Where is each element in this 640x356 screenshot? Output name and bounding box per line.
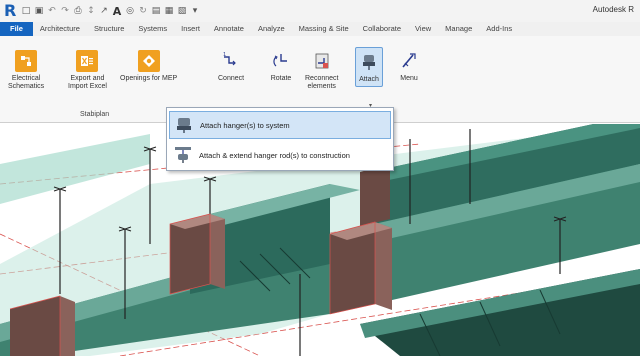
tab-view[interactable]: View — [408, 22, 438, 36]
tab-architecture[interactable]: Architecture — [33, 22, 87, 36]
attach-label: Attach — [359, 76, 379, 83]
attach-dropdown-menu: Attach hanger(s) to system Attach & exte… — [166, 107, 394, 171]
rotate-button[interactable]: Rotate — [270, 50, 292, 83]
ribbon-tabs: File Architecture Structure Systems Inse… — [0, 22, 640, 36]
tab-collaborate[interactable]: Collaborate — [356, 22, 408, 36]
export-import-excel-label: Export and Import Excel — [68, 75, 107, 90]
tab-analyze[interactable]: Analyze — [251, 22, 292, 36]
rotate-label: Rotate — [270, 75, 292, 82]
svg-text:1: 1 — [223, 52, 226, 58]
excel-icon — [76, 50, 99, 72]
reconnect-elements-icon — [311, 50, 333, 72]
section-icon[interactable]: ▤ — [151, 6, 161, 16]
quick-access-toolbar: R □ ▣ ↶ ↷ ⎙ ↕ ↗ A ◎ ↻ ▤ ▦ ▧ ▾ Autodesk R — [0, 0, 640, 22]
openings-for-mep-label: Openings for MEP — [120, 75, 178, 82]
measure-icon[interactable]: ↕ — [86, 6, 96, 16]
menu-item-label: Attach & extend hanger rod(s) to constru… — [199, 150, 350, 160]
openings-icon — [137, 50, 160, 72]
reconnect-elements-label: Reconnect elements — [305, 75, 339, 90]
menu-icon — [398, 50, 420, 72]
save-icon[interactable]: ▣ — [34, 6, 44, 16]
hanger-system-icon — [174, 115, 194, 135]
menu-item-attach-hangers-to-system[interactable]: Attach hanger(s) to system — [169, 111, 391, 139]
export-import-excel-button[interactable]: Export and Import Excel — [68, 50, 107, 91]
attach-button[interactable]: Attach — [355, 47, 383, 87]
electrical-schematics-label: Electrical Schematics — [8, 75, 45, 90]
reconnect-elements-button[interactable]: Reconnect elements — [305, 50, 338, 91]
tab-file[interactable]: File — [0, 22, 33, 36]
menu-label: Menu — [400, 75, 418, 82]
tab-systems[interactable]: Systems — [131, 22, 174, 36]
tab-add-ins[interactable]: Add-Ins — [479, 22, 519, 36]
text-icon[interactable]: A — [112, 5, 122, 18]
open-icon[interactable]: □ — [21, 6, 31, 16]
print-icon[interactable]: ⎙ — [73, 6, 83, 16]
undo-icon[interactable]: ↶ — [47, 6, 57, 16]
dimension-icon[interactable]: ↗ — [99, 6, 109, 16]
tab-structure[interactable]: Structure — [87, 22, 131, 36]
tab-annotate[interactable]: Annotate — [207, 22, 251, 36]
view-icon[interactable]: ◎ — [125, 6, 135, 16]
electrical-schematics-icon — [15, 50, 38, 72]
close-windows-icon[interactable]: ▦ — [164, 6, 174, 16]
redo-icon[interactable]: ↷ — [60, 6, 70, 16]
attach-hanger-icon — [358, 51, 380, 73]
openings-for-mep-button[interactable]: Openings for MEP — [120, 50, 177, 83]
tab-manage[interactable]: Manage — [438, 22, 479, 36]
window-title: Autodesk R — [592, 5, 634, 14]
switch-windows-icon[interactable]: ▧ — [177, 6, 187, 16]
hanger-rod-extend-icon — [173, 145, 193, 165]
rotate-icon — [270, 50, 292, 72]
tab-massing-site[interactable]: Massing & Site — [292, 22, 356, 36]
menu-item-attach-extend-hanger-rods[interactable]: Attach & extend hanger rod(s) to constru… — [169, 141, 391, 169]
sync-icon[interactable]: ↻ — [138, 6, 148, 16]
connect-label: Connect — [218, 75, 245, 82]
revit-logo-icon[interactable]: R — [4, 3, 18, 19]
electrical-schematics-button[interactable]: Electrical Schematics — [8, 50, 44, 91]
connect-button[interactable]: 1 Connect — [218, 50, 244, 83]
connect-icon: 1 — [220, 50, 242, 72]
customize-icon[interactable]: ▾ — [190, 6, 200, 16]
tab-insert[interactable]: Insert — [174, 22, 207, 36]
menu-item-label: Attach hanger(s) to system — [200, 120, 290, 130]
ribbon-panel-label: Stabiplan — [80, 111, 110, 118]
menu-button[interactable]: Menu — [398, 50, 420, 83]
